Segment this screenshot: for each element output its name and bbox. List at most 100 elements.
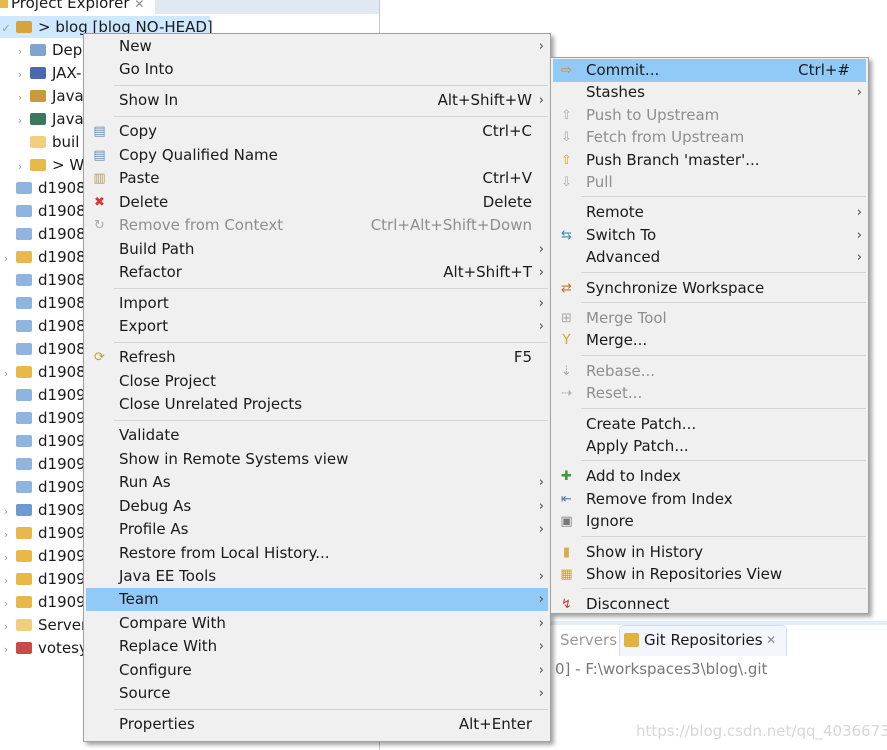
tab-project-explorer[interactable]: Project Explorer ✕ <box>0 0 155 14</box>
menu-item-fetch-from-upstream[interactable]: ⇩ Fetch from Upstream <box>553 126 866 149</box>
tree-item[interactable]: › votesy <box>0 637 88 659</box>
menu-item-export[interactable]: Export › <box>86 315 548 338</box>
menu-item-restore-from-local-history[interactable]: Restore from Local History... <box>86 542 548 565</box>
menu-item-delete[interactable]: ✖ Delete Delete <box>86 191 548 214</box>
tree-item[interactable]: › d19090 <box>0 522 95 544</box>
chevron-right-icon[interactable]: › <box>0 363 12 385</box>
menu-item-push-to-upstream[interactable]: ⇧ Push to Upstream <box>553 104 866 127</box>
tree-item[interactable]: d19090 <box>0 430 95 452</box>
chevron-right-icon[interactable]: › <box>14 87 26 109</box>
menu-item-java-ee-tools[interactable]: Java EE Tools › <box>86 565 548 588</box>
chevron-down-icon[interactable]: ✓ <box>0 18 12 40</box>
menu-item-ignore[interactable]: ▣ Ignore <box>553 510 866 533</box>
close-icon[interactable]: ✕ <box>766 633 776 647</box>
chevron-right-icon[interactable]: › <box>0 501 12 523</box>
menu-item-refresh[interactable]: ⟳ Refresh F5 <box>86 346 548 369</box>
menu-item-show-in[interactable]: Show In Alt+Shift+W › <box>86 89 548 112</box>
tree-item[interactable]: d19082 <box>0 200 95 222</box>
chevron-right-icon[interactable]: › <box>14 110 26 132</box>
menu-item-remove-from-context[interactable]: ↻ Remove from Context Ctrl+Alt+Shift+Down <box>86 214 548 237</box>
menu-item-show-in-repositories-view[interactable]: ▦ Show in Repositories View <box>553 563 866 586</box>
menu-item-label: Disconnect <box>586 595 670 614</box>
menu-item-label: Compare With <box>119 613 226 632</box>
menu-item-commit[interactable]: ⇨ Commit... Ctrl+# <box>553 59 866 82</box>
menu-item-show-in-history[interactable]: ▮ Show in History <box>553 541 866 564</box>
tab-servers[interactable]: Servers <box>560 631 617 649</box>
menu-item-run-as[interactable]: Run As › <box>86 471 548 494</box>
tree-item[interactable]: buil <box>0 131 79 153</box>
menu-item-switch-to[interactable]: ⇆ Switch To › <box>553 224 866 247</box>
menu-item-remote[interactable]: Remote › <box>553 201 866 224</box>
chevron-right-icon[interactable]: › <box>0 616 12 638</box>
menu-item-close-project[interactable]: Close Project <box>86 370 548 393</box>
tree-item[interactable]: › JAX- <box>0 62 82 86</box>
tree-item[interactable]: › Dep <box>0 39 83 63</box>
menu-item-merge[interactable]: Y Merge... <box>553 329 866 352</box>
menu-item-copy[interactable]: ▤ Copy Ctrl+C <box>86 120 548 143</box>
menu-item-import[interactable]: Import › <box>86 292 548 315</box>
menu-item-reset[interactable]: ⇢ Reset... <box>553 382 866 405</box>
chevron-right-icon[interactable]: › <box>0 639 12 661</box>
menu-item-properties[interactable]: Properties Alt+Enter <box>86 713 548 736</box>
tree-item[interactable]: › d19090 <box>0 499 95 521</box>
menu-item-debug-as[interactable]: Debug As › <box>86 495 548 518</box>
menu-item-replace-with[interactable]: Replace With › <box>86 635 548 658</box>
tree-item[interactable]: d19082 <box>0 269 95 291</box>
tree-item[interactable]: d19090 <box>0 384 95 406</box>
menu-item-paste[interactable]: ▥ Paste Ctrl+V <box>86 167 548 190</box>
menu-item-go-into[interactable]: Go Into <box>86 58 548 81</box>
menu-item-show-in-remote-systems-view[interactable]: Show in Remote Systems view <box>86 448 548 471</box>
menu-item-advanced[interactable]: Advanced › <box>553 246 866 269</box>
menu-item-new[interactable]: New › <box>86 35 548 58</box>
tree-item[interactable]: › d19082 <box>0 246 95 268</box>
tree-item[interactable]: › Java <box>0 108 84 130</box>
menu-item-apply-patch[interactable]: Apply Patch... <box>553 435 866 458</box>
tree-item[interactable]: d19090 <box>0 476 95 498</box>
chevron-right-icon[interactable]: › <box>0 570 12 592</box>
menu-separator <box>114 341 548 343</box>
menu-item-disconnect[interactable]: ↯ Disconnect <box>553 593 866 616</box>
tree-item[interactable]: d19082 <box>0 292 95 314</box>
chevron-right-icon[interactable]: › <box>14 41 26 63</box>
tree-item[interactable]: › Servers <box>0 614 95 636</box>
tree-item[interactable]: d19090 <box>0 453 95 475</box>
menu-item-pull[interactable]: ⇩ Pull <box>553 171 866 194</box>
menu-item-team[interactable]: Team › <box>86 588 548 612</box>
tree-item[interactable]: › d19090 <box>0 591 95 613</box>
menu-item-configure[interactable]: Configure › <box>86 659 548 682</box>
tree-item[interactable]: › d19090 <box>0 545 95 567</box>
menu-item-profile-as[interactable]: Profile As › <box>86 518 548 541</box>
menu-item-copy-qualified-name[interactable]: ▤ Copy Qualified Name <box>86 144 548 167</box>
tree-item[interactable]: › d19090 <box>0 568 95 590</box>
menu-item-compare-with[interactable]: Compare With › <box>86 612 548 635</box>
menu-item-push-branch-master[interactable]: ⇧ Push Branch 'master'... <box>553 149 866 172</box>
menu-item-add-to-index[interactable]: ✚ Add to Index <box>553 465 866 488</box>
menu-item-stashes[interactable]: Stashes › <box>553 81 866 104</box>
tree-item[interactable]: d19083 <box>0 315 95 337</box>
menu-item-synchronize-workspace[interactable]: ⇄ Synchronize Workspace <box>553 277 866 300</box>
chevron-right-icon[interactable]: › <box>0 524 12 546</box>
close-icon[interactable]: ✕ <box>134 0 144 11</box>
menu-item-validate[interactable]: Validate <box>86 424 548 447</box>
tree-item[interactable]: d19082 <box>0 223 95 245</box>
menu-item-merge-tool[interactable]: ⊞ Merge Tool <box>553 307 866 330</box>
tree-item[interactable]: › > W <box>0 154 84 176</box>
chevron-right-icon[interactable]: › <box>0 248 12 270</box>
menu-item-source[interactable]: Source › <box>86 682 548 705</box>
tree-item[interactable]: d19082 <box>0 177 95 199</box>
chevron-right-icon[interactable]: › <box>14 64 26 86</box>
menu-item-remove-from-index[interactable]: ⇤ Remove from Index <box>553 488 866 511</box>
chevron-right-icon[interactable]: › <box>0 593 12 615</box>
chevron-right-icon[interactable]: › <box>0 547 12 569</box>
tree-item[interactable]: d19090 <box>0 407 95 429</box>
tab-git-repositories[interactable]: Git Repositories ✕ <box>619 625 787 656</box>
menu-item-create-patch[interactable]: Create Patch... <box>553 413 866 436</box>
menu-item-close-unrelated-projects[interactable]: Close Unrelated Projects <box>86 393 548 416</box>
tree-item[interactable]: d19083 <box>0 338 95 360</box>
menu-item-build-path[interactable]: Build Path › <box>86 238 548 261</box>
menu-item-rebase[interactable]: ⇣ Rebase... <box>553 360 866 383</box>
menu-item-refactor[interactable]: Refactor Alt+Shift+T › <box>86 261 548 284</box>
tree-item[interactable]: › d19083 <box>0 361 95 383</box>
tree-item[interactable]: › Java <box>0 85 84 107</box>
chevron-right-icon[interactable]: › <box>14 156 26 178</box>
